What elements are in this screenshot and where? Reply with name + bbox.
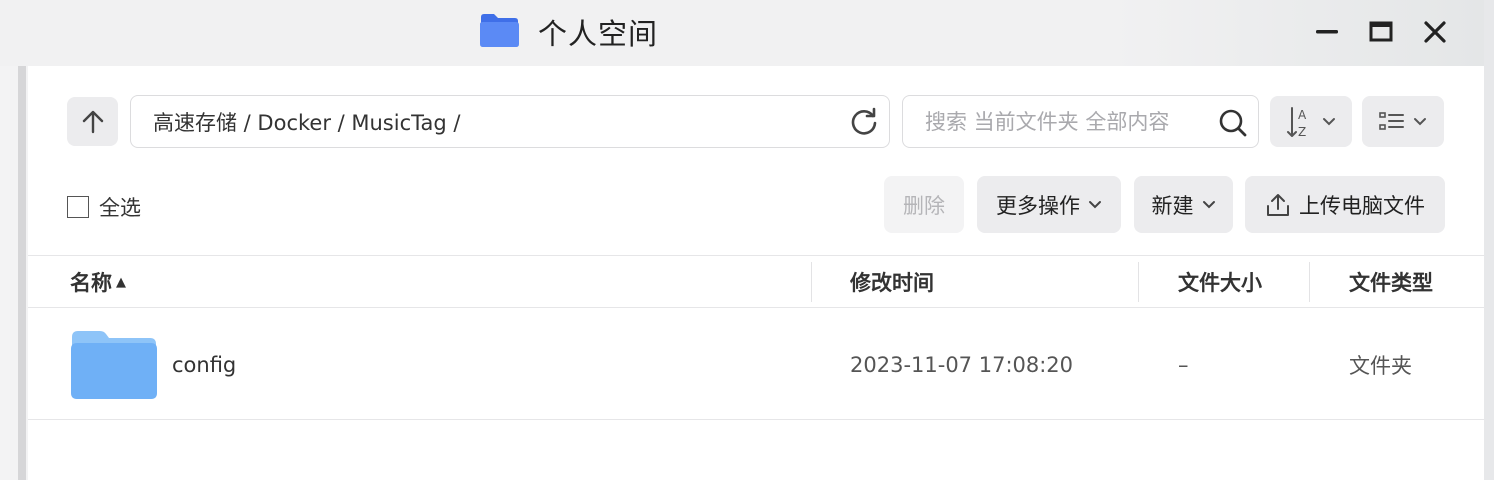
search-icon[interactable] (1218, 108, 1248, 138)
column-header-size[interactable]: 文件大小 (1178, 256, 1262, 308)
chevron-down-icon (1089, 200, 1101, 208)
refresh-icon[interactable] (849, 107, 879, 137)
arrow-up-icon (82, 110, 103, 133)
window-border (18, 66, 26, 480)
upload-label: 上传电脑文件 (1299, 193, 1425, 218)
chevron-down-icon (1202, 200, 1215, 208)
maximize-icon (1369, 21, 1393, 42)
column-header-name[interactable]: 名称 ▲ (70, 256, 126, 308)
select-all[interactable]: 全选 (67, 192, 141, 222)
view-mode-button[interactable] (1362, 96, 1444, 147)
sort-button[interactable]: A Z (1270, 96, 1352, 147)
table-row[interactable]: config 2023-11-07 17:08:20 – 文件夹 (28, 309, 1484, 420)
window-title: 个人空间 (538, 17, 659, 51)
column-separator[interactable] (811, 262, 812, 302)
delete-label: 删除 (903, 193, 945, 218)
column-separator[interactable] (1138, 262, 1139, 302)
type-cell: 文件夹 (1349, 353, 1412, 378)
search-box[interactable] (902, 95, 1259, 148)
svg-text:Z: Z (1298, 125, 1306, 139)
upload-icon (1267, 193, 1289, 216)
file-name: config (172, 352, 237, 377)
minimize-button[interactable] (1314, 16, 1340, 48)
sort-icon: A Z (1287, 106, 1307, 139)
column-header-modified[interactable]: 修改时间 (850, 256, 934, 308)
upload-button[interactable]: 上传电脑文件 (1245, 176, 1445, 233)
column-separator[interactable] (1309, 262, 1310, 302)
list-view-icon (1379, 111, 1404, 130)
minimize-icon (1316, 30, 1338, 34)
folder-icon (478, 12, 520, 52)
close-button[interactable] (1422, 16, 1448, 48)
chevron-down-icon (1414, 117, 1426, 125)
select-all-checkbox[interactable] (67, 196, 89, 218)
file-name-cell: config (70, 309, 236, 420)
delete-button[interactable]: 删除 (884, 176, 964, 233)
new-button[interactable]: 新建 (1134, 176, 1233, 233)
more-actions-label: 更多操作 (996, 193, 1080, 218)
go-up-button[interactable] (67, 97, 118, 146)
sort-asc-icon: ▲ (116, 274, 126, 290)
table-header: 名称 ▲ 修改时间 文件大小 文件类型 (28, 256, 1484, 308)
column-header-type[interactable]: 文件类型 (1349, 256, 1433, 308)
file-manager-content: 高速存储 / Docker / MusicTag / A Z (28, 66, 1484, 480)
title-bar[interactable]: 个人空间 (0, 0, 1484, 66)
file-manager-window: 个人空间 高速存储 / Docker / MusicTag / 搜索 当前文件夹… (0, 0, 1484, 480)
select-all-label: 全选 (99, 196, 141, 220)
size-cell: – (1178, 352, 1189, 377)
chevron-down-icon (1323, 117, 1335, 125)
close-icon (1424, 21, 1446, 43)
search-input[interactable] (925, 109, 1205, 134)
new-label: 新建 (1151, 193, 1194, 218)
path-text: 高速存储 / Docker / MusicTag / (153, 110, 461, 135)
svg-text:A: A (1298, 108, 1307, 122)
folder-icon (71, 330, 157, 399)
modified-cell: 2023-11-07 17:08:20 (850, 352, 1074, 377)
more-actions-button[interactable]: 更多操作 (977, 176, 1121, 233)
path-bar[interactable]: 高速存储 / Docker / MusicTag / (130, 95, 890, 148)
maximize-button[interactable] (1368, 16, 1394, 48)
